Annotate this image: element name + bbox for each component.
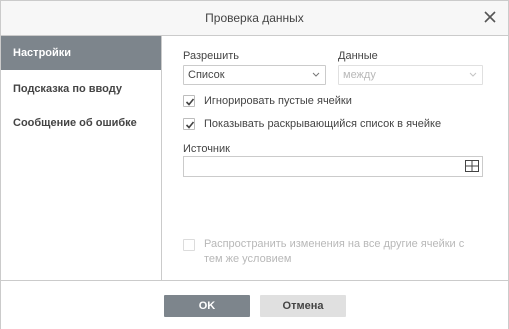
source-label: Источник	[183, 143, 230, 155]
sidebar-item-label: Подсказка по вводу	[13, 83, 122, 95]
dialog-titlebar: Проверка данных	[1, 1, 508, 36]
ok-button[interactable]: OK	[164, 295, 250, 317]
cancel-button[interactable]: Отмена	[260, 295, 346, 317]
ignore-blank-checkbox[interactable]	[183, 95, 195, 107]
chevron-down-icon	[469, 72, 477, 77]
data-select-value: между	[343, 69, 376, 81]
dialog-title: Проверка данных	[205, 11, 304, 25]
dialog-footer: OK Отмена	[1, 280, 508, 329]
allow-label: Разрешить	[183, 50, 239, 62]
show-dropdown-checkbox[interactable]	[183, 118, 195, 130]
data-validation-dialog: Проверка данных Настройки Подсказка по в…	[0, 0, 509, 329]
chevron-down-icon	[312, 72, 320, 77]
select-range-icon[interactable]	[464, 159, 480, 173]
apply-all-label: Распространить изменения на все другие я…	[204, 238, 465, 265]
apply-all-checkbox	[183, 239, 195, 251]
data-select: между	[338, 65, 483, 85]
allow-select[interactable]: Список	[183, 65, 326, 85]
sidebar-item-error-alert[interactable]: Сообщение об ошибке	[1, 106, 161, 140]
data-label: Данные	[338, 50, 378, 62]
checkmark-icon	[185, 121, 195, 129]
sidebar-item-label: Настройки	[13, 47, 72, 59]
ignore-blank-label: Игнорировать пустые ячейки	[204, 95, 352, 107]
close-icon[interactable]	[482, 9, 498, 25]
sidebar-item-settings[interactable]: Настройки	[1, 36, 161, 70]
sidebar-item-input-message[interactable]: Подсказка по вводу	[1, 72, 161, 106]
sidebar: Настройки Подсказка по вводу Сообщение о…	[1, 36, 162, 280]
source-input[interactable]	[183, 156, 483, 177]
show-dropdown-label: Показывать раскрывающийся список в ячейк…	[204, 118, 442, 130]
sidebar-item-label: Сообщение об ошибке	[13, 117, 137, 129]
settings-panel: Разрешить Список Данные между Игнорирова…	[162, 36, 508, 280]
checkmark-icon	[185, 98, 195, 106]
allow-select-value: Список	[188, 69, 225, 81]
